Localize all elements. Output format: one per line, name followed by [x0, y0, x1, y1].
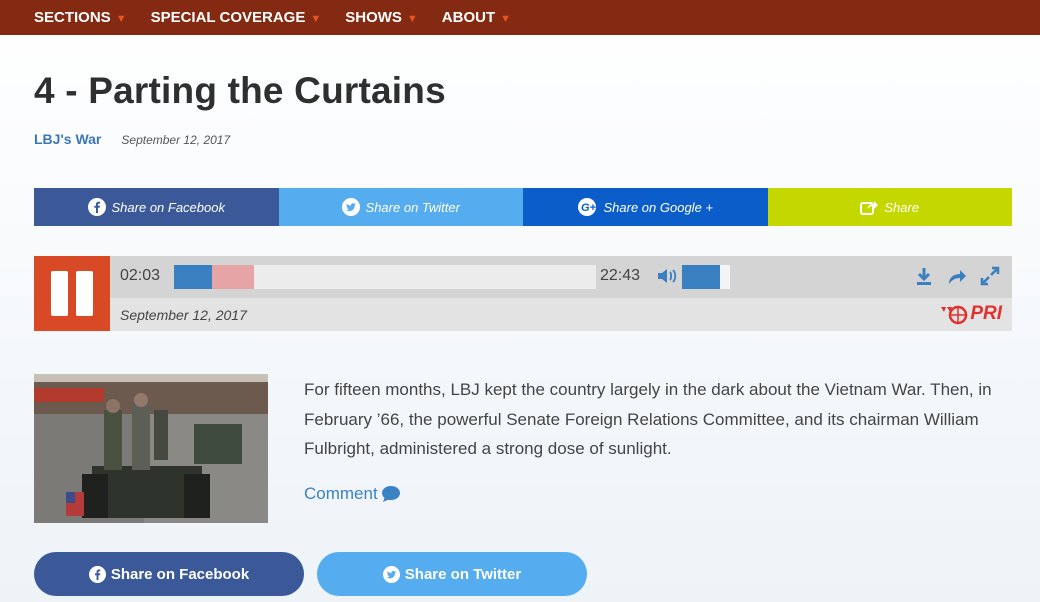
- share-facebook-button[interactable]: Share on Facebook: [34, 188, 279, 226]
- bottom-share-twitter-button[interactable]: Share on Twitter: [317, 552, 587, 596]
- share-arrow-icon[interactable]: [946, 266, 968, 291]
- share-twitter-button[interactable]: Share on Twitter: [278, 188, 523, 226]
- chevron-down-icon: ▼: [115, 12, 127, 25]
- nav-about[interactable]: ABOUT ▼: [442, 9, 511, 26]
- volume-slider[interactable]: [682, 265, 730, 289]
- pause-icon: [51, 271, 68, 316]
- share-facebook-label: Share on Facebook: [111, 199, 225, 215]
- facebook-icon: [88, 565, 106, 583]
- player-controls: 02:03 22:43: [110, 256, 1012, 298]
- comment-label: Comment: [304, 484, 378, 503]
- chevron-down-icon: ▼: [500, 12, 512, 25]
- nav-sections[interactable]: SECTIONS ▼: [34, 9, 127, 26]
- bottom-share-facebook-button[interactable]: Share on Facebook: [34, 552, 304, 596]
- played-fill: [174, 265, 212, 289]
- episode-image: [34, 374, 268, 523]
- share-google-label: Share on Google +: [603, 199, 714, 215]
- share-generic-label: Share: [884, 199, 920, 215]
- pri-logo-text: PRI: [970, 303, 1002, 324]
- episode-description: For fifteen months, LBJ kept the country…: [304, 380, 992, 458]
- comment-link[interactable]: Comment: [304, 484, 401, 504]
- progress-bar[interactable]: [174, 265, 596, 289]
- page-title: 4 - Parting the Curtains: [34, 70, 446, 111]
- twitter-icon: [341, 198, 360, 216]
- series-link[interactable]: LBJ's War: [34, 131, 101, 147]
- google-plus-icon: G+: [577, 198, 598, 216]
- volume-level: [682, 265, 721, 289]
- share-google-button[interactable]: G+ Share on Google +: [523, 188, 768, 226]
- current-time: 02:03: [120, 267, 161, 284]
- bottom-share-twitter-label: Share on Twitter: [404, 565, 522, 583]
- comment-bubble-icon: [381, 485, 401, 503]
- chevron-down-icon: ▼: [406, 12, 418, 25]
- pause-button[interactable]: [34, 256, 110, 331]
- svg-text:G+: G+: [581, 202, 597, 214]
- share-icon: [860, 199, 879, 215]
- nav-shows[interactable]: SHOWS ▼: [345, 9, 418, 26]
- globe-icon: [941, 305, 968, 325]
- article-meta: LBJ's War September 12, 2017: [34, 131, 230, 147]
- expand-icon[interactable]: [980, 266, 1000, 291]
- pri-logo: PRI: [940, 303, 1002, 325]
- facebook-icon: [87, 198, 106, 216]
- nav-sections-label: SECTIONS: [34, 9, 111, 26]
- duration: 22:43: [600, 267, 641, 284]
- share-twitter-label: Share on Twitter: [365, 199, 460, 215]
- top-navigation: SECTIONS ▼ SPECIAL COVERAGE ▼ SHOWS ▼ AB…: [0, 0, 1040, 35]
- publish-date: September 12, 2017: [121, 133, 231, 147]
- audio-player: 02:03 22:43 September 12, 2017 PRI: [34, 256, 1012, 331]
- player-info: September 12, 2017 PRI: [110, 298, 1012, 331]
- share-bar: Share on Facebook Share on Twitter G+ Sh…: [34, 188, 1012, 226]
- download-icon[interactable]: [914, 266, 934, 291]
- nav-special-coverage-label: SPECIAL COVERAGE: [150, 9, 306, 26]
- bottom-share-facebook-label: Share on Facebook: [110, 565, 250, 583]
- pause-icon: [76, 271, 93, 316]
- chevron-down-icon: ▼: [310, 12, 322, 25]
- nav-special-coverage[interactable]: SPECIAL COVERAGE ▼: [151, 9, 322, 26]
- share-generic-button[interactable]: Share: [767, 188, 1012, 226]
- twitter-icon: [382, 565, 400, 583]
- nav-about-label: ABOUT: [441, 9, 496, 26]
- nav-shows-label: SHOWS: [345, 9, 402, 26]
- player-date: September 12, 2017: [120, 307, 247, 323]
- volume-icon[interactable]: [656, 267, 678, 290]
